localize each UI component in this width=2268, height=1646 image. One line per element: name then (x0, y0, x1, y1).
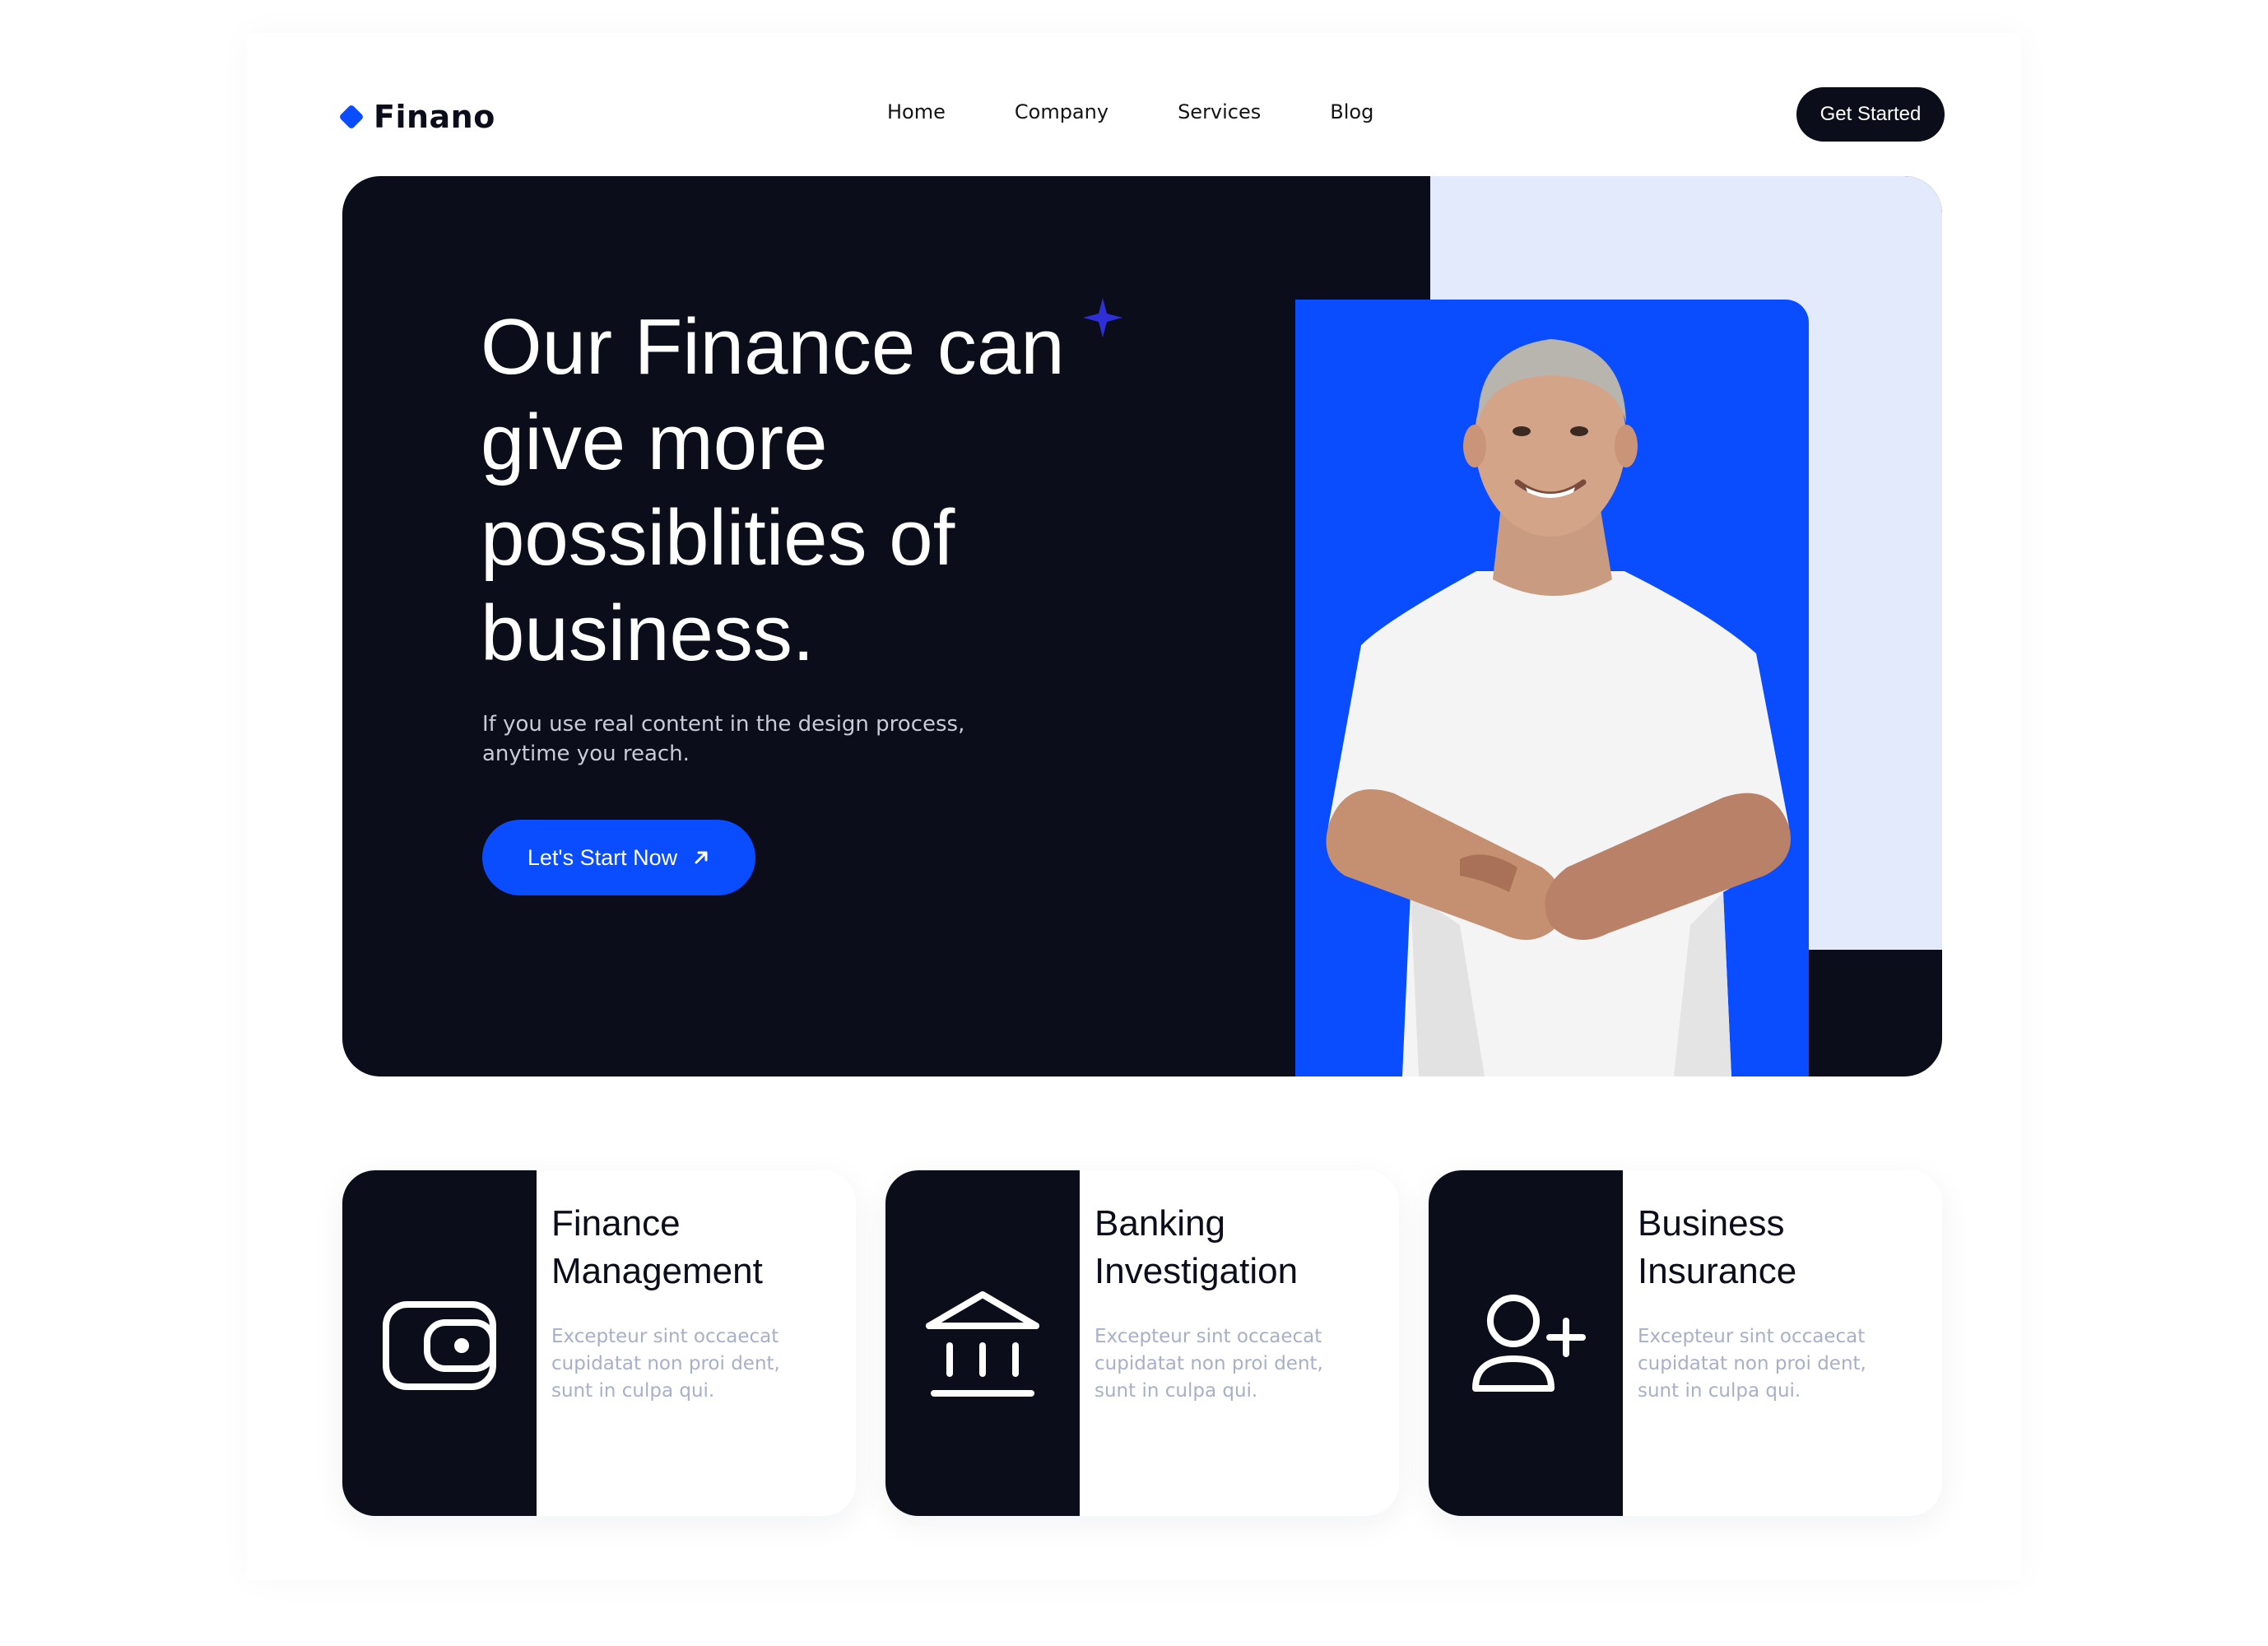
hero-subtitle: If you use real content in the design pr… (482, 712, 965, 766)
card-icon-panel (885, 1170, 1080, 1516)
bank-icon (926, 1291, 1039, 1397)
card-description: Excepteur sint occaecat cupidatat non pr… (551, 1326, 780, 1402)
add-user-icon (1472, 1295, 1586, 1392)
person-portrait-illustration (1326, 339, 1791, 1076)
service-card-banking[interactable]: Banking Investigation Excepteur sint occ… (885, 1170, 1399, 1516)
nav-item-company[interactable]: Company (1015, 100, 1108, 123)
card-description: Excepteur sint occaecat cupidatat non pr… (1094, 1326, 1323, 1402)
hero-portrait (1295, 300, 1809, 1076)
get-started-button[interactable]: Get Started (1796, 87, 1945, 142)
hero-title: Our Finance can give more possiblities o… (481, 303, 1065, 677)
arrow-up-right-icon (695, 851, 708, 864)
nav-item-services[interactable]: Services (1178, 100, 1261, 123)
brand-logo[interactable]: Finano (338, 95, 495, 138)
wallet-icon (383, 1301, 496, 1390)
lets-start-now-button[interactable]: Let's Start Now (482, 820, 755, 895)
card-icon-panel (1429, 1170, 1623, 1516)
hero-section: Our Finance can give more possiblities o… (342, 176, 1942, 1076)
card-icon-panel (342, 1170, 537, 1516)
logo-mark-icon (338, 104, 365, 130)
service-card-insurance[interactable]: Business Insurance Excepteur sint occaec… (1429, 1170, 1942, 1516)
main-nav: Home Company Services Blog (887, 100, 1373, 123)
service-card-finance[interactable]: Finance Management Excepteur sint occaec… (342, 1170, 856, 1516)
brand-name: Finano (374, 99, 495, 135)
sparkle-icon (1083, 298, 1122, 337)
nav-item-home[interactable]: Home (887, 100, 946, 123)
nav-item-blog[interactable]: Blog (1330, 100, 1373, 123)
card-title: Finance Management (551, 1203, 763, 1291)
card-title: Business Insurance (1638, 1203, 1797, 1291)
card-title: Banking Investigation (1094, 1203, 1299, 1291)
card-description: Excepteur sint occaecat cupidatat non pr… (1638, 1326, 1866, 1402)
cta-label: Let's Start Now (527, 844, 678, 870)
